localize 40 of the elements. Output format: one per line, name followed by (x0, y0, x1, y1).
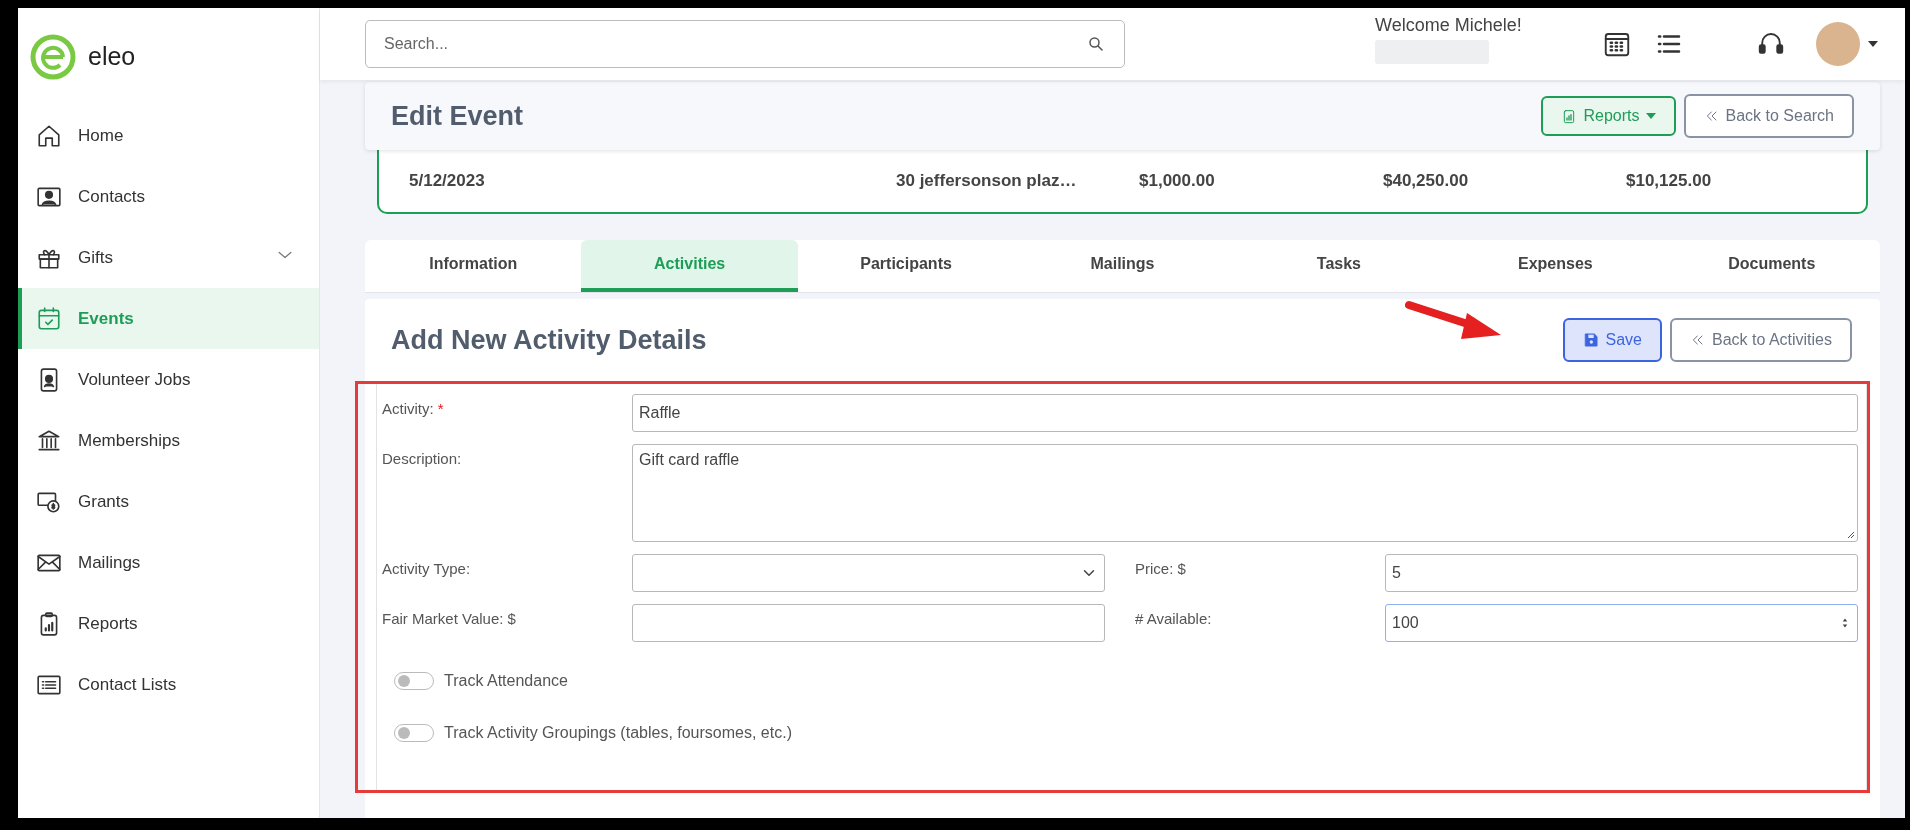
brand-name: eleo (88, 42, 136, 71)
text-field[interactable]: 5 (1385, 554, 1858, 592)
sidebar-item[interactable]: Reports (18, 593, 319, 654)
tab[interactable]: Documents (1663, 240, 1880, 292)
field-label: Fair Market Value: $ (382, 609, 517, 627)
summary-value: $40,250.00 (1383, 171, 1470, 191)
number-field[interactable]: 100 (1385, 604, 1858, 642)
search-field[interactable]: Search... (365, 20, 1125, 68)
sidebar-item[interactable]: Contact Lists (18, 654, 319, 715)
sidebar-item[interactable]: Contacts (18, 166, 319, 227)
sidebar-item[interactable]: Volunteer Jobs (18, 349, 319, 410)
toggle-label: Track Attendance (444, 672, 568, 690)
description-field[interactable]: Gift card raffle (632, 444, 1858, 542)
summary-value: $1,000.00 (1139, 171, 1216, 191)
tab[interactable]: Tasks (1230, 240, 1448, 292)
summary-value: 5/12/2023 (409, 171, 486, 191)
tab[interactable]: Mailings (1014, 240, 1231, 292)
welcome-text: Welcome Michele! (1375, 14, 1522, 36)
sidebar-item[interactable]: Memberships (18, 410, 319, 471)
field-label: Activity Type: (382, 559, 472, 577)
summary-value: 30 jeffersonson plaz… (896, 171, 1078, 191)
save-button[interactable]: Save (1563, 318, 1662, 362)
tab[interactable]: Participants (797, 240, 1015, 292)
sidebar-item[interactable]: Mailings (18, 532, 319, 593)
page-title: Edit Event (391, 100, 525, 132)
back-button[interactable]: Back to Activities (1669, 318, 1852, 362)
tab[interactable]: Information (365, 240, 582, 292)
text-field[interactable]: Raffle (632, 394, 1858, 432)
tab[interactable]: Expenses (1447, 240, 1664, 292)
back-button[interactable]: Back to Search (1683, 94, 1854, 138)
section-title: Add New Activity Details (391, 324, 708, 356)
field-label: Description: (382, 449, 463, 467)
toggle-label: Track Activity Groupings (tables, foursomes, etc.) (444, 724, 792, 742)
field-label: # Available: (1134, 609, 1213, 627)
field-label: Activity: * (382, 399, 445, 417)
summary-value: $10,125.00 (1626, 171, 1713, 191)
sidebar-item[interactable]: Home (18, 105, 319, 166)
sidebar-item[interactable]: Gifts (18, 227, 319, 288)
sidebar-item[interactable]: Grants (18, 471, 319, 532)
field-label: Price: $ (1134, 559, 1187, 577)
